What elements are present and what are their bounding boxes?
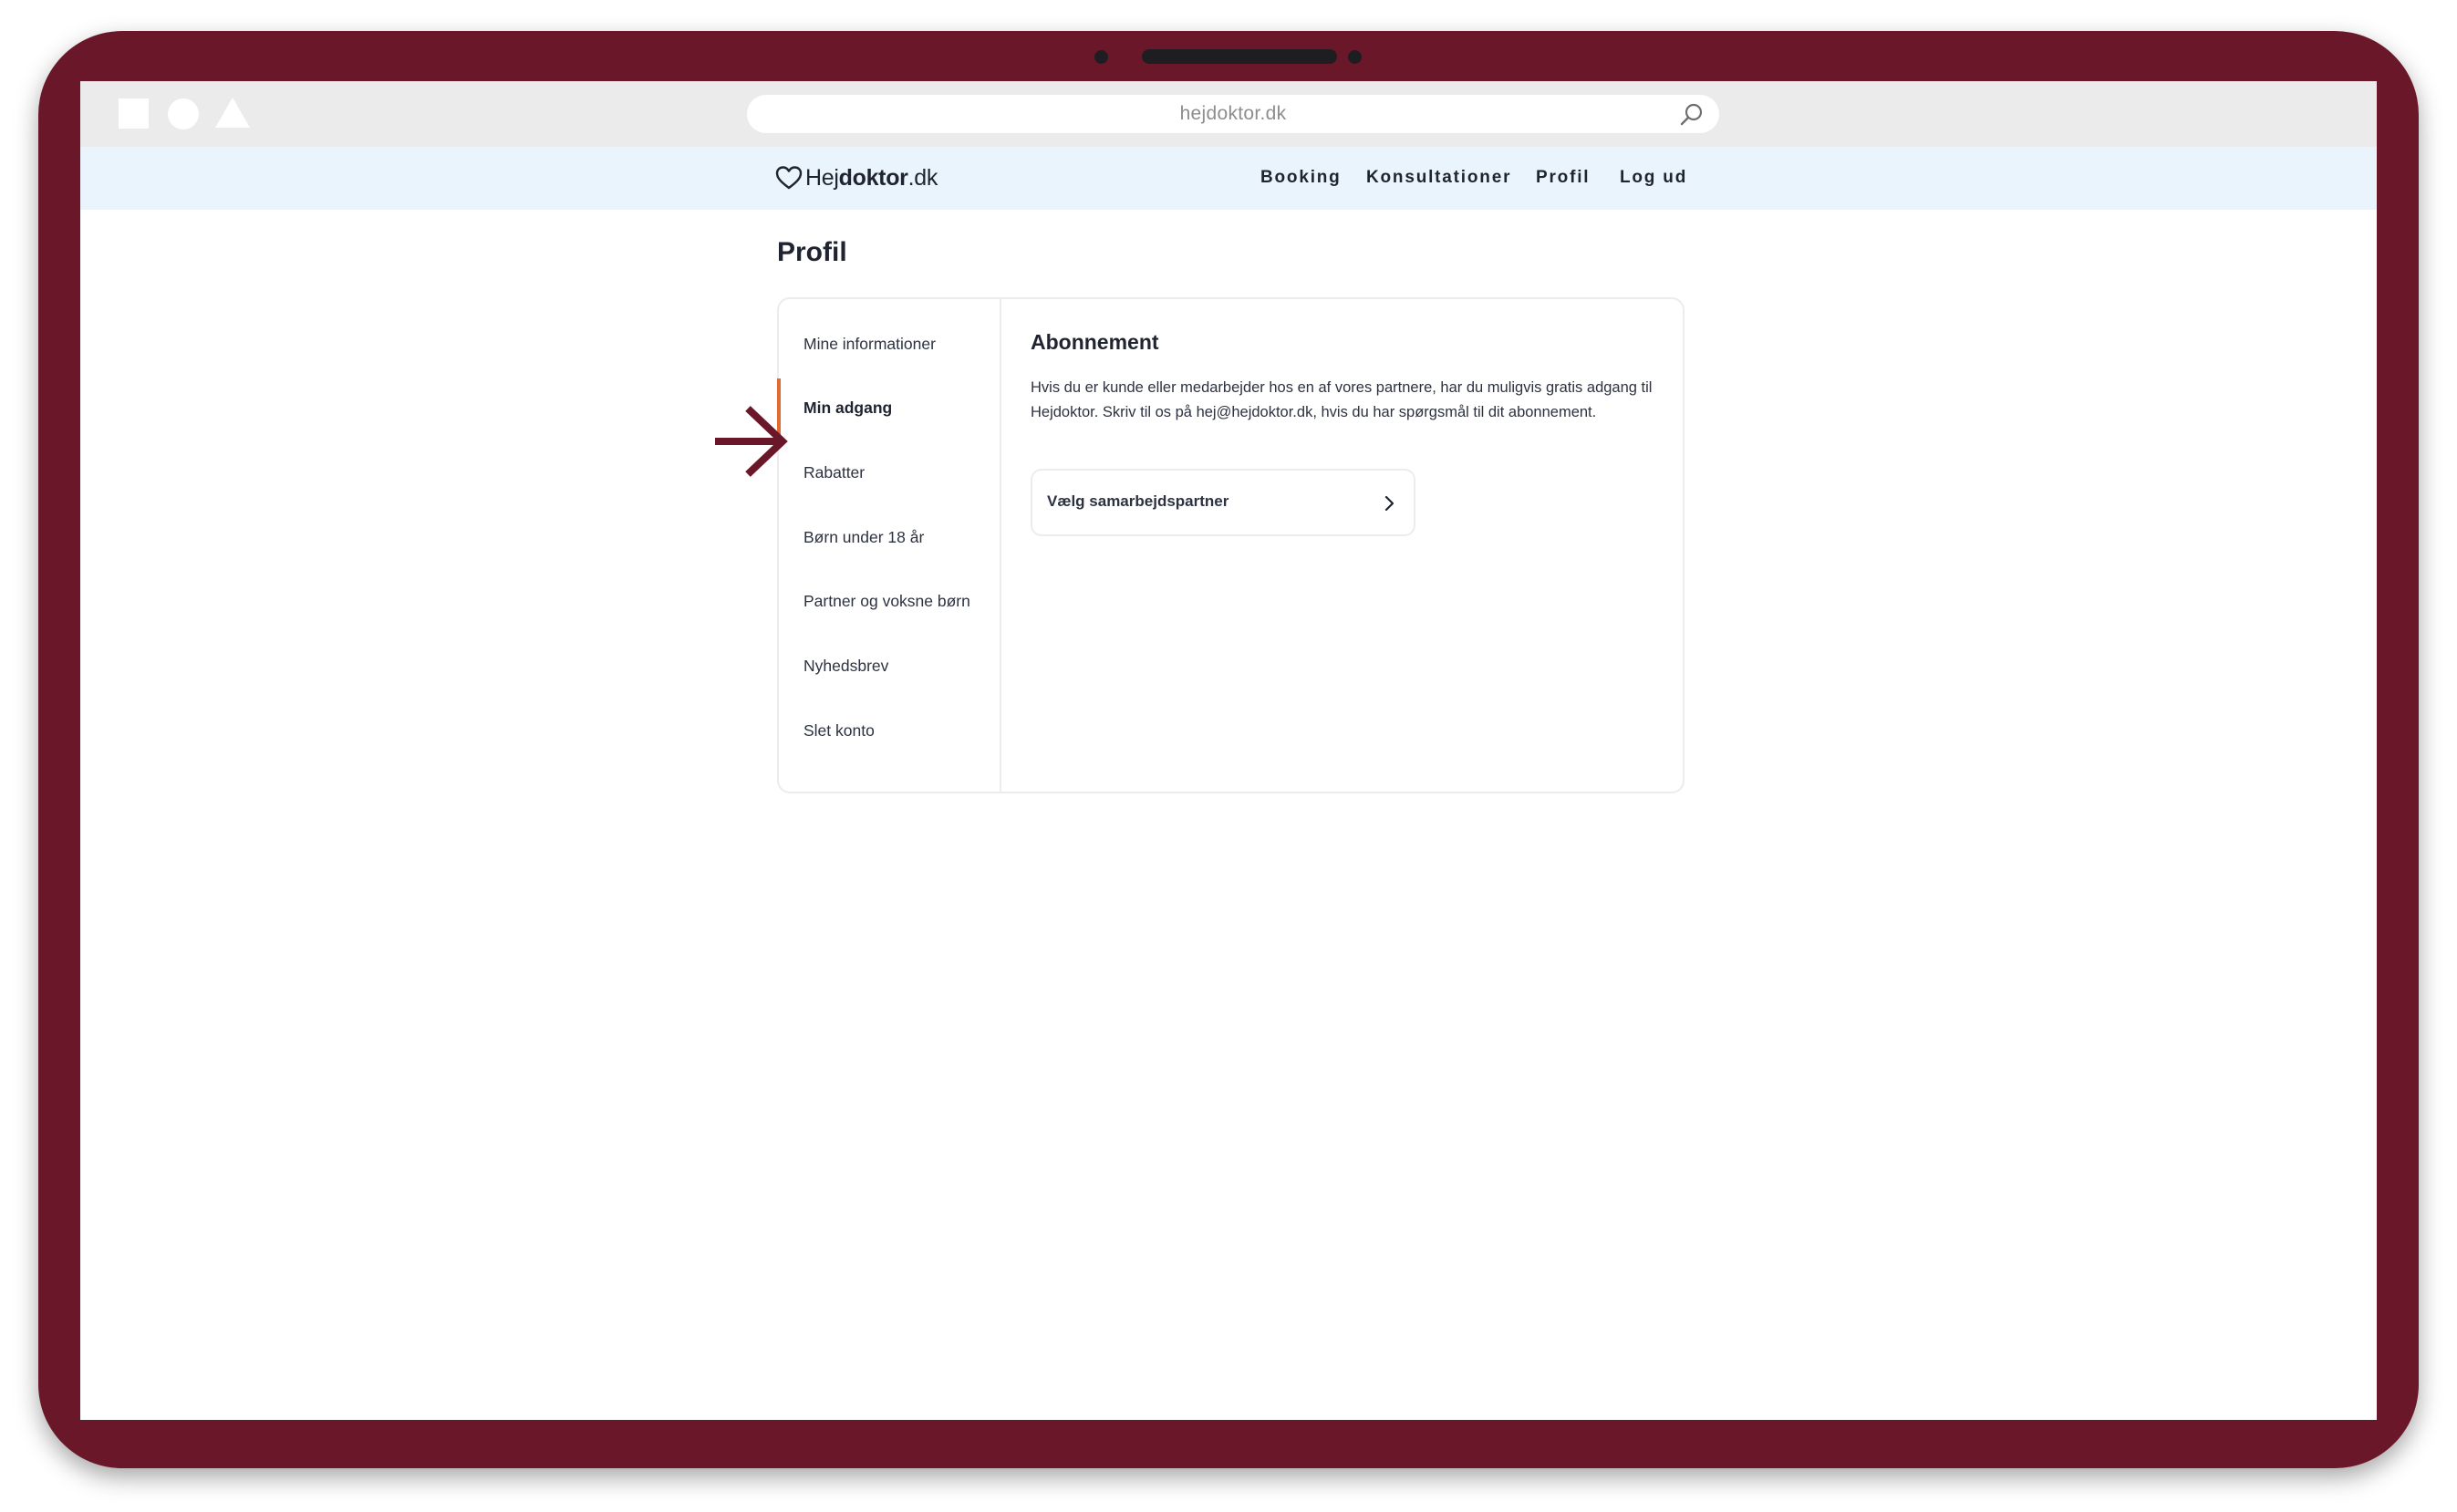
nav-booking[interactable]: Booking [1260, 168, 1342, 188]
profile-sidebar: Mine informationer Min adgang Rabatter B… [777, 299, 1001, 792]
sidebar-item-label: Børn under 18 år [803, 528, 925, 546]
subscription-panel: Abonnement Hvis du er kunde eller medarb… [1031, 299, 1669, 792]
choose-partner-label: Vælg samarbejdspartner [1047, 492, 1229, 510]
site-header: Hejdoktor.dk Booking Konsultationer Prof… [80, 147, 2377, 210]
page-title: Profil [777, 237, 847, 267]
nav-log-ud[interactable]: Log ud [1620, 168, 1687, 188]
address-bar[interactable]: hejdoktor.dk [747, 95, 1719, 133]
sidebar-item-label: Nyhedsbrev [803, 657, 889, 675]
sidebar-item-boern-under-18[interactable]: Børn under 18 år [779, 508, 1000, 572]
nav-konsultationer[interactable]: Konsultationer [1366, 168, 1511, 188]
sidebar-item-label: Partner og voksne børn [803, 592, 970, 610]
sidebar-item-label: Rabatter [803, 463, 866, 482]
camera-dot-left [1094, 50, 1108, 64]
screen: hejdoktor.dk Hejdoktor.dk Booking Konsul… [80, 81, 2377, 1420]
arrow-right-icon [715, 406, 788, 477]
chevron-right-icon [1384, 495, 1394, 512]
device-frame: hejdoktor.dk Hejdoktor.dk Booking Konsul… [38, 31, 2419, 1468]
sidebar-item-partner-og-voksne-boern[interactable]: Partner og voksne børn [779, 572, 1000, 636]
section-description: Hvis du er kunde eller medarbejder hos e… [1031, 379, 1653, 420]
camera-dot-right [1348, 50, 1362, 64]
sidebar-item-label: Slet konto [803, 721, 875, 740]
sidebar-item-slet-konto[interactable]: Slet konto [779, 701, 1000, 765]
browser-toolbar: hejdoktor.dk [80, 81, 2377, 147]
nav-profil[interactable]: Profil [1536, 168, 1590, 188]
sidebar-item-rabatter[interactable]: Rabatter [779, 443, 1000, 507]
sidebar-item-label: Mine informationer [803, 335, 936, 353]
choose-partner-button[interactable]: Vælg samarbejdspartner [1031, 469, 1415, 536]
section-title: Abonnement [1031, 330, 1159, 354]
sidebar-item-label: Min adgang [803, 399, 893, 417]
window-square-icon [119, 98, 149, 129]
speaker-bar [1142, 49, 1337, 64]
sidebar-item-nyhedsbrev[interactable]: Nyhedsbrev [779, 637, 1000, 700]
window-circle-icon [168, 98, 199, 129]
search-icon[interactable] [1679, 102, 1705, 128]
address-bar-url: hejdoktor.dk [1179, 103, 1287, 124]
main-nav: Booking Konsultationer Profil Log ud [80, 147, 2377, 210]
sidebar-item-mine-informationer[interactable]: Mine informationer [779, 315, 1000, 378]
profile-card: Mine informationer Min adgang Rabatter B… [777, 297, 1685, 793]
sidebar-item-min-adgang[interactable]: Min adgang [777, 378, 1000, 444]
window-triangle-icon [215, 98, 250, 128]
